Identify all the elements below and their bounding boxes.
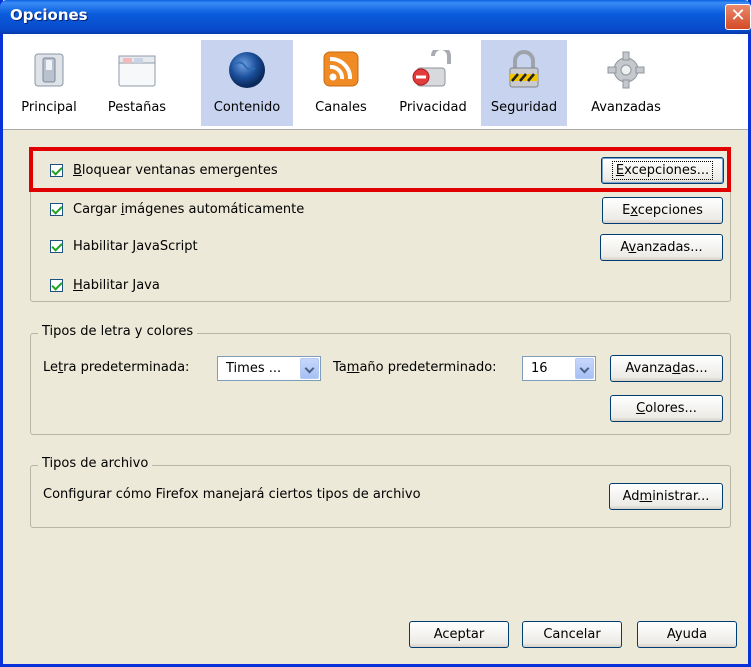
tab-label: Canales	[315, 100, 367, 115]
close-icon: ✕	[730, 5, 746, 26]
tab-label: Privacidad	[399, 100, 467, 115]
tab-seguridad[interactable]: Seguridad	[481, 40, 567, 126]
checkbox-load-images[interactable]: Cargar imágenes automáticamente	[50, 199, 304, 219]
options-dialog: Opciones ✕ Principal Pestañas Contenido …	[0, 0, 751, 667]
tab-label: Pestañas	[107, 100, 167, 115]
check-icon[interactable]	[50, 278, 63, 292]
default-size-select[interactable]: 16	[522, 356, 596, 381]
checkbox-label: Cargar imágenes automáticamente	[73, 201, 305, 217]
default-font-select[interactable]: Times ...	[217, 356, 321, 381]
colors-button[interactable]: Colores...	[610, 395, 723, 422]
close-button[interactable]: ✕	[725, 4, 751, 30]
help-button[interactable]: Ayuda	[637, 621, 737, 648]
switch-icon	[34, 53, 64, 87]
check-icon[interactable]	[50, 202, 63, 216]
cancel-button[interactable]: Cancelar	[522, 621, 622, 648]
tab-principal[interactable]: Principal	[9, 40, 89, 126]
category-toolbar: Principal Pestañas Contenido Canales Pri…	[3, 34, 748, 130]
tab-contenido[interactable]: Contenido	[201, 40, 293, 126]
privacy-lock-icon	[412, 50, 451, 87]
tab-privacidad[interactable]: Privacidad	[389, 40, 477, 126]
title-bar[interactable]: Opciones ✕	[0, 0, 751, 34]
highlight-annotation	[29, 147, 731, 192]
file-types-description: Configurar cómo Firefox manejará ciertos…	[43, 487, 421, 502]
chevron-down-icon[interactable]	[300, 358, 319, 379]
manage-file-types-button[interactable]: Administrar...	[609, 483, 723, 510]
tab-label: Principal	[21, 100, 77, 115]
checkbox-enable-javascript[interactable]: Habilitar JavaScript	[50, 236, 198, 256]
tab-avanzadas[interactable]: Avanzadas	[581, 40, 671, 126]
tab-label: Seguridad	[490, 100, 558, 115]
rss-feed-icon	[323, 51, 359, 87]
check-icon[interactable]	[50, 239, 63, 253]
checkbox-enable-java[interactable]: Habilitar Java	[50, 275, 160, 295]
exceptions-images-button[interactable]: Excepciones	[602, 197, 723, 224]
ok-button[interactable]: Aceptar	[409, 621, 509, 648]
chevron-down-icon[interactable]	[575, 358, 594, 379]
advanced-javascript-button[interactable]: Avanzadas...	[600, 234, 723, 261]
tab-pestanas[interactable]: Pestañas	[93, 40, 181, 126]
default-size-label: Tamaño predeterminado:	[333, 360, 497, 375]
fonts-advanced-button[interactable]: Avanzadas...	[610, 355, 723, 382]
tab-label: Contenido	[213, 100, 281, 115]
tabs-window-icon	[118, 55, 156, 87]
default-size-value: 16	[531, 361, 548, 376]
checkbox-label: Habilitar Java	[73, 277, 160, 293]
gear-icon	[607, 51, 645, 89]
tab-label: Avanzadas	[591, 100, 661, 115]
file-types-group-label: Tipos de archivo	[38, 456, 153, 471]
padlock-icon	[509, 50, 539, 88]
tab-canales[interactable]: Canales	[303, 40, 379, 126]
default-font-label: Letra predeterminada:	[43, 360, 190, 375]
window-title: Opciones	[10, 6, 88, 24]
fonts-group-label: Tipos de letra y colores	[38, 324, 198, 339]
checkbox-label: Habilitar JavaScript	[73, 238, 198, 254]
default-font-value: Times ...	[226, 361, 282, 376]
globe-icon	[229, 52, 265, 88]
